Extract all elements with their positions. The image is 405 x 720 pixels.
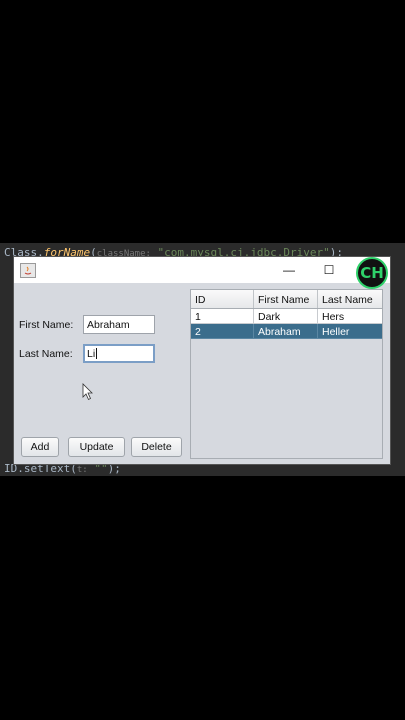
maximize-button[interactable]: ☐	[316, 262, 342, 278]
last-name-field[interactable]: Li	[83, 344, 155, 363]
cell-id: 1	[191, 309, 254, 324]
cell-last-name: Hers	[318, 309, 382, 324]
first-name-label: First Name:	[19, 319, 74, 331]
column-header-id[interactable]: ID	[191, 290, 254, 308]
table-header: ID First Name Last Name	[191, 290, 382, 309]
title-bar: — ☐	[14, 257, 390, 283]
table-row-selected[interactable]: 2 Abraham Heller	[191, 324, 382, 339]
text-caret	[96, 348, 98, 359]
column-header-last-name[interactable]: Last Name	[318, 290, 382, 308]
add-button[interactable]: Add	[21, 437, 59, 457]
first-name-field[interactable]: Abraham	[83, 315, 155, 334]
last-name-value: Li	[87, 348, 96, 360]
channel-logo: CH	[356, 257, 388, 289]
java-icon	[20, 263, 36, 278]
mouse-cursor-icon	[82, 383, 93, 401]
delete-button[interactable]: Delete	[131, 437, 182, 457]
column-header-first-name[interactable]: First Name	[254, 290, 318, 308]
cell-first-name: Abraham	[254, 324, 318, 339]
minimize-button[interactable]: —	[276, 262, 302, 278]
cell-id: 2	[191, 324, 254, 339]
update-button[interactable]: Update	[68, 437, 125, 457]
cell-last-name: Heller	[318, 324, 382, 339]
app-window: — ☐ CH First Name: Abraham Last Name: Li…	[14, 257, 390, 464]
table-row[interactable]: 1 Dark Hers	[191, 309, 382, 324]
records-table[interactable]: ID First Name Last Name 1 Dark Hers 2 Ab…	[190, 289, 383, 459]
last-name-label: Last Name:	[19, 348, 73, 360]
cell-first-name: Dark	[254, 309, 318, 324]
first-name-value: Abraham	[87, 319, 130, 331]
